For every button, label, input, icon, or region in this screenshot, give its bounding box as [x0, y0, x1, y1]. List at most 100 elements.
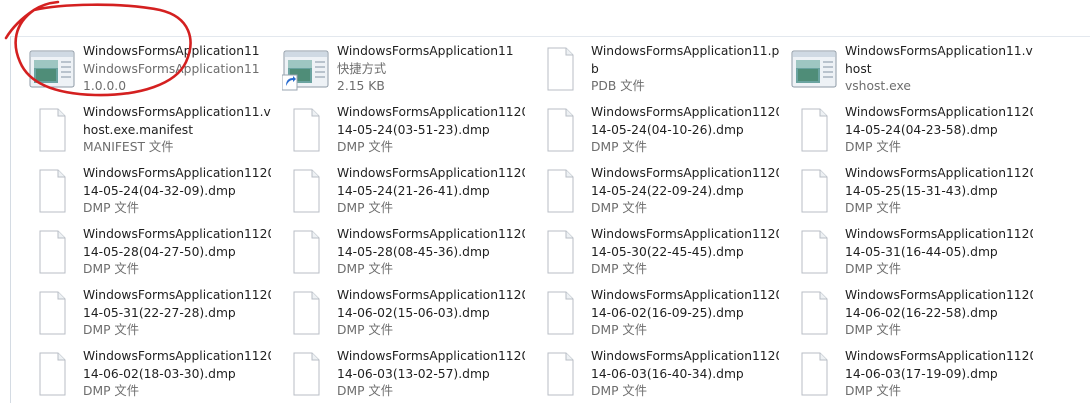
file-tile-text: WindowsFormsApplication1120 14-05-31(22-2…	[83, 287, 271, 340]
file-type-detail: 1.0.0.0	[83, 79, 127, 93]
file-tile[interactable]: WindowsFormsApplication11.vs host.exe.man…	[22, 102, 272, 160]
file-tile-text: WindowsFormsApplication1120 14-06-02(16-2…	[845, 287, 1033, 340]
file-tile[interactable]: WindowsFormsApplication1120 14-06-02(16-2…	[784, 285, 1034, 343]
file-name-continued: 14-05-24(21-26-41).dmp	[337, 183, 490, 198]
file-name-continued: 14-05-24(03-51-23).dmp	[337, 122, 490, 137]
file-type-detail: DMP 文件	[845, 323, 901, 337]
file-name: WindowsFormsApplication1120	[845, 349, 1033, 363]
file-type-detail: DMP 文件	[591, 262, 647, 276]
file-tile-text: WindowsFormsApplication1120 14-05-24(04-1…	[591, 104, 779, 157]
blank-document-icon	[282, 108, 330, 152]
file-tile[interactable]: WindowsFormsApplication11 快捷方式 2.15 KB	[276, 41, 526, 99]
blank-document-icon	[536, 47, 584, 91]
file-type-detail: DMP 文件	[845, 201, 901, 215]
file-type-detail: DMP 文件	[83, 262, 139, 276]
file-tile[interactable]: WindowsFormsApplication1120 14-06-03(17-1…	[784, 346, 1034, 404]
file-name: WindowsFormsApplication1120	[83, 349, 271, 363]
file-name: WindowsFormsApplication1120	[337, 349, 525, 363]
file-tile[interactable]: WindowsFormsApplication1120 14-05-24(22-0…	[530, 163, 780, 221]
file-tile-text: WindowsFormsApplication11.vs host.exe.man…	[83, 104, 271, 157]
file-tile[interactable]: WindowsFormsApplication1120 14-05-30(22-4…	[530, 224, 780, 282]
file-name-continued: 快捷方式	[337, 61, 387, 76]
file-type-detail: DMP 文件	[337, 262, 393, 276]
blank-document-icon	[28, 291, 76, 335]
file-name-continued: 14-06-03(17-19-09).dmp	[845, 366, 998, 381]
file-name-continued: 14-05-28(04-27-50).dmp	[83, 244, 236, 259]
file-tile-text: WindowsFormsApplication11 WindowsFormsApp…	[83, 43, 271, 96]
file-name: WindowsFormsApplication1120	[591, 166, 779, 180]
file-name-continued: 14-06-02(16-09-25).dmp	[591, 305, 744, 320]
file-tile[interactable]: WindowsFormsApplication1120 14-06-02(16-0…	[530, 285, 780, 343]
file-tile[interactable]: WindowsFormsApplication1120 14-05-24(03-5…	[276, 102, 526, 160]
file-tile[interactable]: WindowsFormsApplication1120 14-05-24(21-2…	[276, 163, 526, 221]
file-type-detail: DMP 文件	[845, 262, 901, 276]
blank-document-icon	[536, 352, 584, 396]
file-tile-text: WindowsFormsApplication1120 14-06-03(13-0…	[337, 348, 525, 401]
file-tile[interactable]: WindowsFormsApplication1120 14-05-28(08-4…	[276, 224, 526, 282]
file-tile-text: WindowsFormsApplication11 快捷方式 2.15 KB	[337, 43, 525, 96]
blank-document-icon	[536, 108, 584, 152]
file-name-continued: 14-05-30(22-45-45).dmp	[591, 244, 744, 259]
file-tile-text: WindowsFormsApplication1120 14-05-28(08-4…	[337, 226, 525, 279]
file-tile[interactable]: WindowsFormsApplication11.vs host vshost.e…	[784, 41, 1034, 99]
file-name-continued: 14-06-03(13-02-57).dmp	[337, 366, 490, 381]
file-tile[interactable]: WindowsFormsApplication1120 14-05-31(22-2…	[22, 285, 272, 343]
file-name-continued: 14-05-31(16-44-05).dmp	[845, 244, 998, 259]
file-tile[interactable]: WindowsFormsApplication1120 14-06-02(18-0…	[22, 346, 272, 404]
file-name: WindowsFormsApplication11.vs	[845, 44, 1033, 58]
file-name-continued: 14-05-24(22-09-24).dmp	[591, 183, 744, 198]
file-type-detail: PDB 文件	[591, 79, 645, 93]
blank-document-icon	[282, 352, 330, 396]
file-name: WindowsFormsApplication1120	[83, 227, 271, 241]
file-tile-text: WindowsFormsApplication11.vs host vshost.e…	[845, 43, 1033, 96]
app-window-icon	[28, 47, 76, 91]
blank-document-icon	[790, 352, 838, 396]
content-pane-border-left	[10, 36, 11, 403]
file-tile[interactable]: WindowsFormsApplication1120 14-05-28(04-2…	[22, 224, 272, 282]
file-tile[interactable]: WindowsFormsApplication1120 14-06-03(13-0…	[276, 346, 526, 404]
file-type-detail: DMP 文件	[591, 201, 647, 215]
file-name-continued: 14-06-02(15-06-03).dmp	[337, 305, 490, 320]
file-tile[interactable]: WindowsFormsApplication1120 14-06-03(16-4…	[530, 346, 780, 404]
blank-document-icon	[282, 291, 330, 335]
file-tile-text: WindowsFormsApplication1120 14-05-30(22-4…	[591, 226, 779, 279]
file-name-continued: host	[845, 61, 872, 76]
file-name: WindowsFormsApplication1120	[83, 166, 271, 180]
file-name-continued: 14-06-02(16-22-58).dmp	[845, 305, 998, 320]
file-type-detail: DMP 文件	[83, 201, 139, 215]
file-name: WindowsFormsApplication11	[83, 44, 260, 58]
file-name-continued: WindowsFormsApplication11	[83, 61, 260, 76]
file-tile-text: WindowsFormsApplication1120 14-06-03(17-1…	[845, 348, 1033, 401]
file-tile[interactable]: WindowsFormsApplication11 WindowsFormsApp…	[22, 41, 272, 99]
file-tile[interactable]: WindowsFormsApplication1120 14-05-24(04-3…	[22, 163, 272, 221]
file-tile-text: WindowsFormsApplication1120 14-05-24(03-5…	[337, 104, 525, 157]
file-tile-text: WindowsFormsApplication1120 14-05-24(04-2…	[845, 104, 1033, 157]
file-name-continued: 14-05-24(04-23-58).dmp	[845, 122, 998, 137]
file-tile-text: WindowsFormsApplication1120 14-05-24(04-3…	[83, 165, 271, 218]
file-tile[interactable]: WindowsFormsApplication1120 14-05-31(16-4…	[784, 224, 1034, 282]
file-tile-text: WindowsFormsApplication1120 14-05-24(22-0…	[591, 165, 779, 218]
blank-document-icon	[790, 291, 838, 335]
blank-document-icon	[28, 352, 76, 396]
file-tile[interactable]: WindowsFormsApplication11.pd b PDB 文件	[530, 41, 780, 99]
file-type-detail: DMP 文件	[337, 140, 393, 154]
blank-document-icon	[536, 230, 584, 274]
file-tile-text: WindowsFormsApplication1120 14-06-02(18-0…	[83, 348, 271, 401]
file-tile[interactable]: WindowsFormsApplication1120 14-05-25(15-3…	[784, 163, 1034, 221]
file-type-detail: DMP 文件	[591, 323, 647, 337]
file-type-detail: 2.15 KB	[337, 79, 385, 93]
blank-document-icon	[536, 291, 584, 335]
file-tile[interactable]: WindowsFormsApplication1120 14-05-24(04-1…	[530, 102, 780, 160]
file-type-detail: DMP 文件	[337, 384, 393, 398]
file-type-detail: DMP 文件	[83, 323, 139, 337]
file-type-detail: DMP 文件	[845, 384, 901, 398]
file-tile[interactable]: WindowsFormsApplication1120 14-06-02(15-0…	[276, 285, 526, 343]
blank-document-icon	[28, 230, 76, 274]
file-name: WindowsFormsApplication1120	[591, 227, 779, 241]
file-tile[interactable]: WindowsFormsApplication1120 14-05-24(04-2…	[784, 102, 1034, 160]
file-name: WindowsFormsApplication1120	[337, 166, 525, 180]
file-name-continued: host.exe.manifest	[83, 122, 194, 137]
file-tile-text: WindowsFormsApplication1120 14-06-02(16-0…	[591, 287, 779, 340]
file-name-continued: 14-05-28(08-45-36).dmp	[337, 244, 490, 259]
toolbar-area	[0, 0, 1090, 34]
